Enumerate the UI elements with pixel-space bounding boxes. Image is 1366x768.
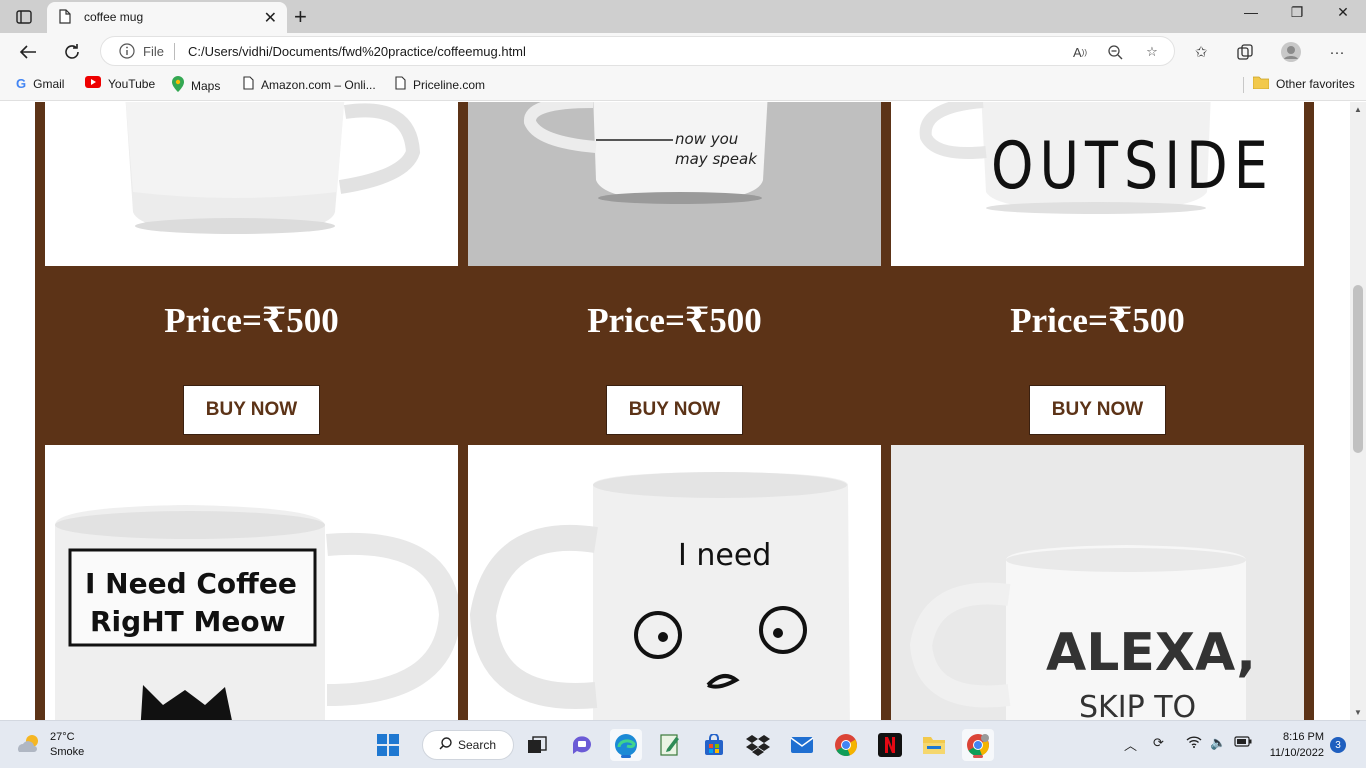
store-icon[interactable] — [698, 729, 730, 761]
add-favorite-icon[interactable]: ☆ — [1143, 43, 1161, 61]
dropbox-icon[interactable] — [742, 729, 774, 761]
clock-time: 8:16 PM — [1283, 731, 1324, 743]
favorite-priceline[interactable]: Priceline.com — [395, 76, 485, 93]
page-viewport: now you may speak OUTSIDE Price=₹500 Pri… — [0, 102, 1350, 720]
mug-text: I need — [678, 538, 771, 573]
mail-icon[interactable] — [786, 729, 818, 761]
product-image — [45, 102, 458, 266]
favorite-amazon[interactable]: Amazon.com – Onli... — [243, 76, 376, 93]
tab-title: coffee mug — [84, 10, 144, 24]
browser-toolbar: File C:/Users/vidhi/Documents/fwd%20prac… — [0, 33, 1366, 70]
favorites-bar: G Gmail YouTube Maps Amazon.com – Onli..… — [0, 70, 1366, 101]
notification-badge[interactable]: 3 — [1330, 737, 1346, 753]
product-image: I Need Coffee RigHT Meow — [45, 445, 458, 720]
read-aloud-icon[interactable]: A)) — [1071, 43, 1089, 61]
weather-condition: Smoke — [50, 746, 85, 758]
mug-text: SKIP TO — [1079, 690, 1196, 720]
favorite-gmail[interactable]: G Gmail — [16, 76, 64, 91]
mug-text: may speak — [675, 150, 758, 168]
scheme-label: File — [143, 44, 164, 59]
maps-icon — [172, 76, 184, 95]
page-icon — [395, 76, 406, 93]
favorite-youtube[interactable]: YouTube — [85, 76, 155, 91]
tab-actions-icon[interactable] — [10, 6, 38, 28]
clock-date: 11/10/2022 — [1269, 747, 1324, 759]
folder-icon — [1252, 76, 1270, 92]
more-icon[interactable]: ··· — [1326, 41, 1348, 63]
back-icon[interactable] — [16, 40, 40, 64]
taskbar: 27°C Smoke Search ︿ ⟳ 🔈 8:16 PM 11/10/20… — [0, 720, 1366, 768]
netflix-icon[interactable] — [874, 729, 906, 761]
product-price: Price=₹500 — [587, 301, 762, 340]
search-icon — [439, 737, 452, 753]
address-bar[interactable]: File C:/Users/vidhi/Documents/fwd%20prac… — [100, 36, 1175, 66]
mug-text: I Need Coffee — [85, 567, 297, 600]
other-favorites[interactable]: Other favorites — [1252, 76, 1355, 92]
chrome-dev-icon[interactable] — [962, 729, 994, 761]
notepad-icon[interactable] — [654, 729, 686, 761]
scroll-down-icon[interactable]: ▼ — [1354, 708, 1362, 717]
close-window-button[interactable]: ✕ — [1320, 4, 1366, 21]
buy-now-button[interactable]: BUY NOW — [1029, 385, 1166, 435]
battery-icon[interactable] — [1234, 735, 1252, 750]
close-tab-button[interactable]: ✕ — [264, 8, 277, 28]
minimize-button[interactable]: — — [1228, 4, 1274, 20]
product-price: Price=₹500 — [1010, 301, 1185, 340]
sync-icon[interactable]: ⟳ — [1153, 735, 1164, 751]
weather-icon — [16, 732, 42, 759]
active-indicator — [621, 755, 631, 758]
weather-widget[interactable]: 27°C Smoke — [16, 730, 84, 760]
profile-icon[interactable] — [1280, 41, 1302, 63]
youtube-icon — [85, 76, 101, 91]
page-icon — [243, 76, 254, 93]
product-grid: now you may speak OUTSIDE Price=₹500 Pri… — [35, 102, 1314, 720]
scroll-up-icon[interactable]: ▲ — [1354, 105, 1362, 114]
title-bar: coffee mug ✕ + — ❐ ✕ — [0, 0, 1366, 33]
mug-text: OUTSIDE — [991, 129, 1274, 204]
document-icon — [59, 9, 71, 29]
new-tab-button[interactable]: + — [294, 4, 307, 30]
wifi-icon[interactable] — [1186, 735, 1202, 751]
mug-text: now you — [675, 130, 738, 148]
favorite-maps[interactable]: Maps — [172, 76, 220, 95]
product-image: I need — [468, 445, 881, 720]
browser-tab[interactable]: coffee mug ✕ — [47, 2, 287, 33]
file-explorer-icon[interactable] — [918, 729, 950, 761]
refresh-icon[interactable] — [60, 40, 84, 64]
url-text[interactable]: C:/Users/vidhi/Documents/fwd%20practice/… — [188, 44, 526, 59]
weather-temp: 27°C — [50, 731, 75, 743]
buy-now-button[interactable]: BUY NOW — [606, 385, 743, 435]
product-image: OUTSIDE — [891, 102, 1304, 266]
google-icon: G — [16, 76, 27, 91]
scroll-thumb[interactable] — [1353, 285, 1363, 453]
edge-icon[interactable] — [610, 729, 642, 761]
taskbar-search[interactable]: Search — [422, 730, 514, 760]
collections-icon[interactable] — [1234, 41, 1256, 63]
active-indicator — [973, 755, 983, 758]
page-scrollbar[interactable]: ▲ ▼ — [1350, 102, 1366, 720]
chrome-icon[interactable] — [830, 729, 862, 761]
info-icon[interactable] — [119, 43, 135, 64]
favorites-divider — [1243, 77, 1244, 93]
product-price: Price=₹500 — [164, 301, 339, 340]
mug-text: RigHT Meow — [90, 605, 285, 638]
zoom-out-icon[interactable] — [1106, 43, 1124, 61]
product-image: ALEXA, SKIP TO — [891, 445, 1304, 720]
product-image: now you may speak — [468, 102, 881, 266]
address-divider — [174, 43, 175, 60]
system-clock[interactable]: 8:16 PM 11/10/2022 — [1262, 729, 1324, 761]
task-view-icon[interactable] — [521, 729, 553, 761]
restore-button[interactable]: ❐ — [1274, 4, 1320, 21]
mug-text: ALEXA, — [1046, 623, 1256, 683]
volume-icon[interactable]: 🔈 — [1210, 735, 1226, 751]
chat-icon[interactable] — [566, 729, 598, 761]
buy-now-button[interactable]: BUY NOW — [183, 385, 320, 435]
show-hidden-icons[interactable]: ︿ — [1124, 735, 1137, 754]
favorites-icon[interactable]: ✩ — [1190, 41, 1212, 63]
start-icon[interactable] — [372, 729, 404, 761]
